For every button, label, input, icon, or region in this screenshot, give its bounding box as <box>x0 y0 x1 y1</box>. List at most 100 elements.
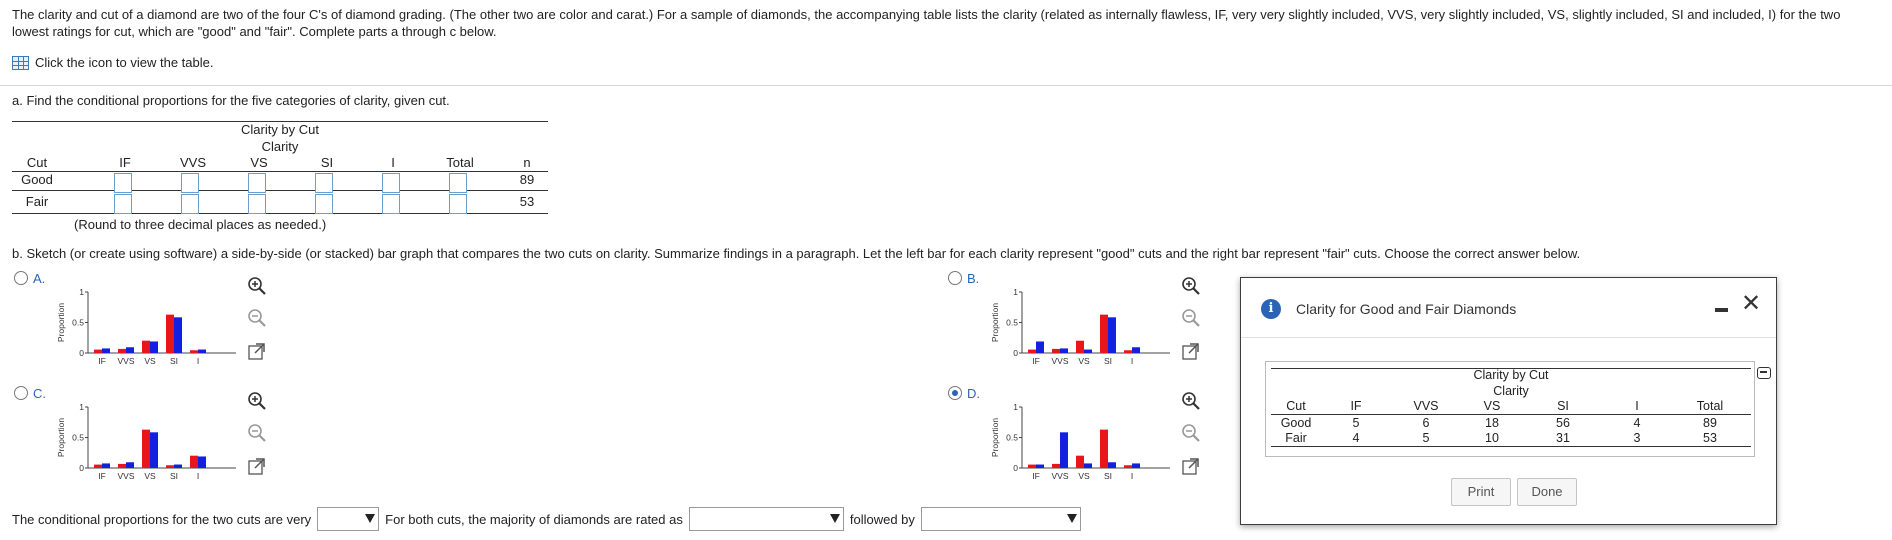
zoom-out-icon[interactable] <box>1180 307 1202 329</box>
y-axis-label: Proportion <box>56 418 66 457</box>
popup-header-cell: SI <box>1557 399 1569 413</box>
option-b-radio[interactable] <box>948 271 962 285</box>
open-external-icon[interactable] <box>246 456 268 478</box>
minimize-icon[interactable] <box>1715 300 1729 314</box>
y-tick-label: 1 <box>1013 402 1018 412</box>
bar-good <box>94 349 102 353</box>
zoom-out-icon[interactable] <box>1180 422 1202 444</box>
answer-input[interactable] <box>114 173 132 193</box>
option-a-radio[interactable] <box>14 271 28 285</box>
second-dropdown[interactable] <box>920 507 1081 531</box>
option-b-label[interactable]: B. <box>967 271 979 286</box>
option-c-radio[interactable] <box>14 386 28 400</box>
answer-input[interactable] <box>248 194 266 214</box>
open-external-icon[interactable] <box>1180 456 1202 478</box>
bar-good <box>1028 349 1036 353</box>
option-d-radio[interactable] <box>948 386 962 400</box>
view-table-link[interactable]: Click the icon to view the table. <box>12 55 213 70</box>
answer-input[interactable] <box>449 194 467 214</box>
header-if: IF <box>119 155 131 170</box>
zoom-in-icon[interactable] <box>246 390 268 412</box>
table-rule <box>12 171 548 172</box>
answer-input[interactable] <box>248 173 266 193</box>
answer-input[interactable] <box>181 173 199 193</box>
y-tick-label: 0 <box>79 463 84 473</box>
chart-option-c: Proportion 1 0.5 0 IF VVS VS SI I <box>56 402 236 481</box>
view-table-label: Click the icon to view the table. <box>35 55 214 70</box>
similarity-dropdown[interactable] <box>317 507 380 531</box>
popup-header: i Clarity for Good and Fair Diamonds ✕ <box>1241 278 1776 338</box>
x-tick-label: I <box>1131 471 1133 481</box>
option-c-label[interactable]: C. <box>33 386 46 401</box>
answer-input[interactable] <box>181 194 199 214</box>
option-d-label[interactable]: D. <box>967 386 980 401</box>
popup-table-subtitle: Clarity <box>1493 384 1529 398</box>
chevron-down-icon <box>365 514 376 523</box>
table-icon[interactable] <box>12 55 29 70</box>
bar-good <box>1052 348 1060 353</box>
cond-table-subtitle: Clarity <box>261 139 299 154</box>
bar-fair <box>198 456 206 468</box>
header-total: Total <box>446 155 474 170</box>
bar-good <box>1100 314 1108 353</box>
open-external-icon[interactable] <box>246 341 268 363</box>
zoom-out-icon[interactable] <box>246 422 268 444</box>
bar-good <box>166 465 174 468</box>
x-tick-label: SI <box>170 356 178 366</box>
chart-option-b: Proportion 1 0.5 0 IF VVS VS SI I <box>990 287 1170 366</box>
bar-good <box>1100 429 1108 468</box>
answer-input[interactable] <box>449 173 467 193</box>
answer-input[interactable] <box>114 194 132 214</box>
popup-header-cell: VVS <box>1413 399 1439 413</box>
bar-fair <box>1036 464 1044 468</box>
bar-fair <box>1084 463 1092 468</box>
majority-dropdown[interactable] <box>688 507 844 531</box>
popup-table-cell: 10 <box>1485 431 1499 445</box>
answer-input[interactable] <box>315 194 333 214</box>
bar-fair <box>174 317 182 353</box>
row-fair-n: 53 <box>519 194 535 209</box>
answer-input[interactable] <box>382 194 400 214</box>
y-tick-label: 1 <box>1013 287 1018 297</box>
popup-table-cell: 53 <box>1703 431 1717 445</box>
popup-table-cell: Fair <box>1285 431 1307 445</box>
bar-fair <box>1132 463 1140 468</box>
fill-in-sentence: The conditional proportions for the two … <box>12 506 1087 532</box>
popup-table-cell: 56 <box>1556 416 1570 430</box>
popup-header-cell: I <box>1635 399 1639 413</box>
x-tick-label: IF <box>1032 356 1040 366</box>
header-n: n <box>523 155 531 170</box>
bar-fair <box>150 432 158 468</box>
cond-table-title: Clarity by Cut <box>240 122 320 137</box>
zoom-in-icon[interactable] <box>1180 275 1202 297</box>
answer-input[interactable] <box>315 173 333 193</box>
x-tick-label: SI <box>1104 471 1112 481</box>
fill-text-1: The conditional proportions for the two … <box>12 511 312 527</box>
popup-table-cell: 5 <box>1352 416 1360 430</box>
open-external-icon[interactable] <box>1180 341 1202 363</box>
chevron-down-icon <box>829 514 840 523</box>
answer-input[interactable] <box>382 173 400 193</box>
copy-icon[interactable] <box>1757 367 1771 379</box>
bar-fair <box>102 348 110 353</box>
close-icon[interactable]: ✕ <box>1741 292 1761 316</box>
option-a-label[interactable]: A. <box>33 271 45 286</box>
y-tick-label: 0.5 <box>72 433 84 443</box>
bar-fair <box>1060 348 1068 353</box>
print-button[interactable]: Print <box>1451 478 1511 506</box>
table-rule <box>12 213 548 214</box>
zoom-in-icon[interactable] <box>1180 390 1202 412</box>
zoom-in-icon[interactable] <box>246 275 268 297</box>
bar-good <box>1124 465 1132 468</box>
popup-header-cell: IF <box>1350 399 1362 413</box>
done-button[interactable]: Done <box>1517 478 1577 506</box>
bar-fair <box>1132 347 1140 353</box>
popup-table-cell: 89 <box>1703 416 1717 430</box>
y-tick-label: 0.5 <box>1006 433 1018 443</box>
conditional-table: Clarity by Cut Clarity Cut IF VVS VS SI … <box>12 120 548 220</box>
x-tick-label: IF <box>98 356 106 366</box>
x-tick-label: VVS <box>117 356 134 366</box>
zoom-out-icon[interactable] <box>246 307 268 329</box>
bar-good <box>1052 463 1060 468</box>
y-axis-label: Proportion <box>56 303 66 342</box>
